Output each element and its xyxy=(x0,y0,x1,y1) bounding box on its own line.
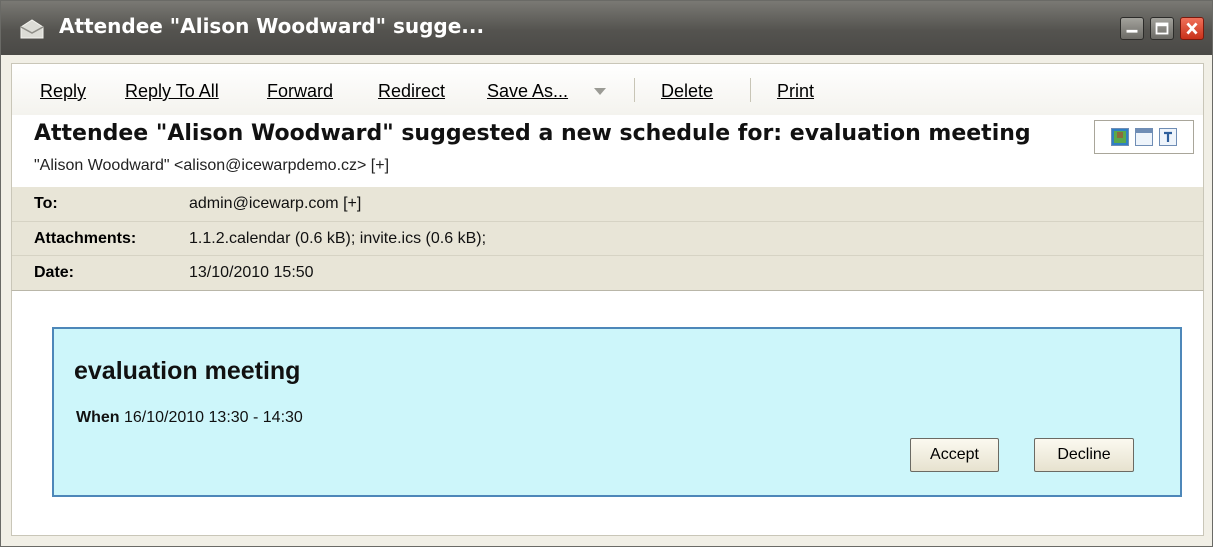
sender[interactable]: "Alison Woodward" <alison@icewarpdemo.cz… xyxy=(34,157,389,175)
date-value: 13/10/2010 15:50 xyxy=(189,264,314,281)
email-window: Attendee "Alison Woodward" sugge... Repl… xyxy=(0,0,1213,547)
window-controls xyxy=(1120,17,1204,40)
attachments-row: Attachments: 1.1.2.calendar (0.6 kB); in… xyxy=(12,221,1203,256)
date-row: Date: 13/10/2010 15:50 xyxy=(12,255,1203,290)
when-value: 16/10/2010 13:30 - 14:30 xyxy=(124,409,303,426)
close-icon[interactable] xyxy=(1180,17,1204,40)
view-mode-switcher xyxy=(1094,120,1194,154)
reply-all-button[interactable]: Reply To All xyxy=(125,81,219,102)
print-button[interactable]: Print xyxy=(777,81,814,102)
when-label: When xyxy=(76,409,120,426)
header-fields: To: admin@icewarp.com [+] Attachments: 1… xyxy=(12,187,1203,290)
decline-button[interactable]: Decline xyxy=(1034,438,1134,472)
to-row: To: admin@icewarp.com [+] xyxy=(12,187,1203,221)
delete-button[interactable]: Delete xyxy=(661,81,713,102)
minimize-icon[interactable] xyxy=(1120,17,1144,40)
window-title: Attendee "Alison Woodward" sugge... xyxy=(59,14,485,38)
subject-area: Attendee "Alison Woodward" suggested a n… xyxy=(12,115,1203,187)
attachments-value[interactable]: 1.1.2.calendar (0.6 kB); invite.ics (0.6… xyxy=(189,230,486,248)
invitation-box: evaluation meeting When 16/10/2010 13:30… xyxy=(52,327,1182,497)
invitation-when: When 16/10/2010 13:30 - 14:30 xyxy=(76,409,303,427)
html-view-icon[interactable] xyxy=(1135,128,1153,146)
reply-button[interactable]: Reply xyxy=(40,81,86,102)
save-as-button[interactable]: Save As... xyxy=(487,81,568,102)
to-value[interactable]: admin@icewarp.com [+] xyxy=(189,195,361,213)
toolbar-divider xyxy=(634,78,635,102)
message-body: evaluation meeting When 16/10/2010 13:30… xyxy=(11,290,1204,536)
invitation-title: evaluation meeting xyxy=(74,357,301,385)
text-view-icon[interactable] xyxy=(1159,128,1177,146)
envelope-icon xyxy=(20,19,44,39)
redirect-button[interactable]: Redirect xyxy=(378,81,445,102)
message-header: Attendee "Alison Woodward" suggested a n… xyxy=(11,115,1204,290)
toolbar-divider xyxy=(750,78,751,102)
forward-button[interactable]: Forward xyxy=(267,81,333,102)
picture-icon[interactable] xyxy=(1111,128,1129,146)
chevron-down-icon[interactable] xyxy=(594,88,606,95)
message-subject: Attendee "Alison Woodward" suggested a n… xyxy=(34,121,1031,146)
accept-button[interactable]: Accept xyxy=(910,438,999,472)
to-label: To: xyxy=(34,195,58,212)
title-bar[interactable]: Attendee "Alison Woodward" sugge... xyxy=(1,1,1212,55)
date-label: Date: xyxy=(34,264,75,281)
maximize-icon[interactable] xyxy=(1150,17,1174,40)
message-toolbar: Reply Reply To All Forward Redirect Save… xyxy=(11,63,1204,115)
attachments-label: Attachments: xyxy=(34,230,137,247)
